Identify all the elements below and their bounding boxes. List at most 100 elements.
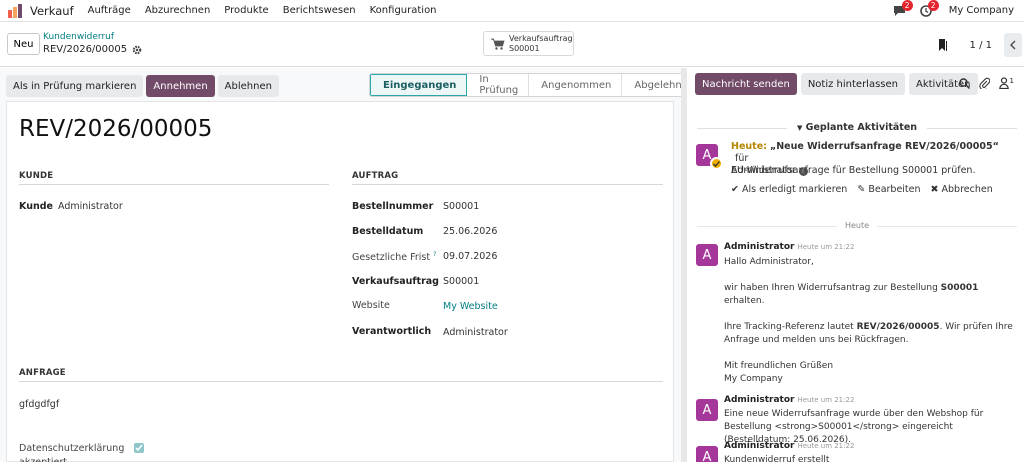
activity-status-icon	[710, 157, 723, 170]
menu-auftraege[interactable]: Aufträge	[88, 5, 131, 16]
section-customer: KUNDE	[19, 171, 329, 185]
menu-abzurechnen[interactable]: Abzurechnen	[145, 5, 210, 16]
message-p1-order: S00001	[940, 283, 979, 293]
customer-label: Kunde	[19, 201, 53, 212]
customer-value[interactable]: Administrator	[58, 201, 123, 212]
message-signature: My Company	[724, 374, 783, 384]
legal-deadline-label: Gesetzliche Frist ?	[352, 251, 436, 263]
pager: 1 / 1	[938, 33, 1024, 57]
planned-activities-toggle[interactable]: ▼ Geplante Aktivitäten	[697, 122, 1017, 133]
form-area: Als in Prüfung markieren Annehmen Ablehn…	[0, 68, 697, 462]
message-time: Heute um 21:22	[797, 396, 855, 404]
message-avatar[interactable]: A	[696, 399, 718, 421]
planned-activities-heading: Geplante Aktivitäten	[805, 122, 918, 133]
bookmark-icon[interactable]	[938, 39, 948, 51]
website-label: Website	[352, 300, 390, 311]
messages-button[interactable]: 2	[891, 0, 913, 19]
order-date-label: Bestelldatum	[352, 226, 424, 237]
log-note-button[interactable]: Notiz hinterlassen	[800, 73, 905, 95]
messages-badge: 2	[901, 0, 913, 11]
request-text[interactable]: gfdgdfgf	[19, 399, 59, 410]
chatter: Nachricht senden Notiz hinterlassen Akti…	[687, 68, 1024, 462]
message-author[interactable]: Administrator	[724, 395, 794, 405]
message-author[interactable]: Administrator	[724, 441, 794, 451]
message-author[interactable]: Administrator	[724, 242, 794, 252]
message-body: Kundenwiderruf erstellt	[724, 455, 830, 462]
user-icon	[998, 77, 1009, 89]
privacy-checkbox[interactable]	[134, 443, 144, 453]
app-name[interactable]: Verkauf	[30, 4, 74, 18]
control-panel: Neu Kundenwiderruf REV/2026/00005 Verkau…	[0, 23, 1024, 67]
activity-note: EU-Widerrufsanfrage für Bestellung S0000…	[731, 165, 976, 176]
chatter-icons: 1	[958, 77, 1014, 89]
breadcrumb[interactable]: Kundenwiderruf	[43, 32, 114, 42]
message-avatar[interactable]: A	[696, 244, 718, 266]
follower-count: 1	[1009, 77, 1014, 85]
message-time: Heute um 21:22	[797, 442, 855, 450]
send-message-button[interactable]: Nachricht senden	[695, 73, 797, 95]
mark-done-button[interactable]: ✔ Als erledigt markieren	[731, 184, 847, 195]
message-p2-ref: REV/2026/00005	[856, 322, 940, 332]
new-button[interactable]: Neu	[7, 33, 40, 55]
pager-value[interactable]: 1 / 1	[970, 40, 992, 51]
check-icon	[713, 160, 720, 167]
menu-konfiguration[interactable]: Konfiguration	[370, 5, 437, 16]
order-number-value[interactable]: S00001	[443, 201, 479, 212]
mark-in-review-button[interactable]: Als in Prüfung markieren	[6, 75, 144, 97]
menu-produkte[interactable]: Produkte	[224, 5, 268, 16]
message-time: Heute um 21:22	[797, 243, 855, 251]
pager-previous-button[interactable]	[1004, 33, 1022, 57]
menu-berichtswesen[interactable]: Berichtswesen	[283, 5, 356, 16]
form-sheet: REV/2026/00005 KUNDE Kunde Administrator…	[6, 101, 674, 462]
company-switcher[interactable]: My Company	[949, 5, 1014, 16]
legal-deadline-value[interactable]: 09.07.2026	[443, 251, 497, 262]
stage-accepted[interactable]: Angenommen	[529, 74, 623, 96]
record-name: REV/2026/00005	[43, 44, 128, 55]
sale-order-smart-button[interactable]: Verkaufsauftrag S00001	[483, 31, 574, 56]
top-navbar: Verkauf Aufträge Abzurechnen Produkte Be…	[0, 0, 1024, 22]
message-avatar[interactable]: A	[696, 446, 718, 462]
chevron-left-icon	[1010, 40, 1016, 50]
smart-button-title: Verkaufsauftrag	[509, 33, 573, 43]
section-request: ANFRAGE	[19, 368, 663, 382]
smart-button-value: S00001	[509, 43, 540, 53]
close-icon: ✖	[930, 184, 939, 195]
followers-button[interactable]: 1	[998, 77, 1014, 89]
message-p2-text: Ihre Tracking-Referenz lautet	[724, 322, 857, 332]
message-p1-text: wir haben Ihren Widerrufsantrag zur Best…	[724, 283, 941, 293]
app-logo-icon[interactable]	[8, 3, 24, 18]
day-separator: Heute	[697, 221, 1017, 230]
reject-button[interactable]: Ablehnen	[217, 75, 279, 97]
edit-activity-button[interactable]: ✎ Bearbeiten	[857, 184, 920, 195]
responsible-label: Verantwortlich	[352, 326, 432, 337]
cart-icon	[491, 38, 505, 50]
activity-for: für	[735, 153, 749, 164]
message-closing: Mit freundlichen Grüßen	[724, 361, 834, 371]
stage-in-review[interactable]: In Prüfung	[467, 74, 530, 96]
message-paragraph-2: Ihre Tracking-Referenz lautet REV/2026/0…	[724, 321, 1018, 347]
message-greeting: Hallo Administrator,	[724, 257, 814, 267]
accept-button[interactable]: Annehmen	[146, 75, 215, 97]
sale-order-value[interactable]: S00001	[443, 276, 479, 287]
cancel-activity-button[interactable]: ✖ Abbrechen	[931, 184, 993, 195]
record-name-row: REV/2026/00005	[43, 44, 142, 55]
help-tooltip-icon[interactable]: ?	[433, 251, 436, 258]
order-date-value[interactable]: 25.06.2026	[443, 226, 497, 237]
mark-done-label: Als erledigt markieren	[742, 184, 848, 195]
caret-down-icon: ▼	[796, 124, 803, 132]
message-body: Hallo Administrator, wir haben Ihren Wid…	[724, 256, 1018, 386]
website-link[interactable]: My Website	[443, 301, 498, 312]
gear-icon[interactable]	[132, 45, 142, 55]
statusbar: Als in Prüfung markieren Annehmen Ablehn…	[6, 73, 697, 99]
stage-received[interactable]: Eingegangen	[370, 74, 468, 96]
responsible-value[interactable]: Administrator	[443, 327, 508, 338]
activity-when: Heute:	[731, 141, 767, 152]
search-icon[interactable]	[958, 77, 970, 89]
activities-button[interactable]: 2	[917, 0, 939, 19]
paperclip-icon[interactable]	[978, 77, 990, 89]
message-paragraph-1: wir haben Ihren Widerrufsantrag zur Best…	[724, 282, 1018, 308]
message-p1-end: erhalten.	[724, 296, 765, 306]
chatter-topbar: Nachricht senden Notiz hinterlassen Akti…	[695, 73, 982, 95]
order-number-label: Bestellnummer	[352, 201, 434, 212]
activity-summary: „Neue Widerrufsanfrage REV/2026/00005“	[769, 141, 999, 152]
